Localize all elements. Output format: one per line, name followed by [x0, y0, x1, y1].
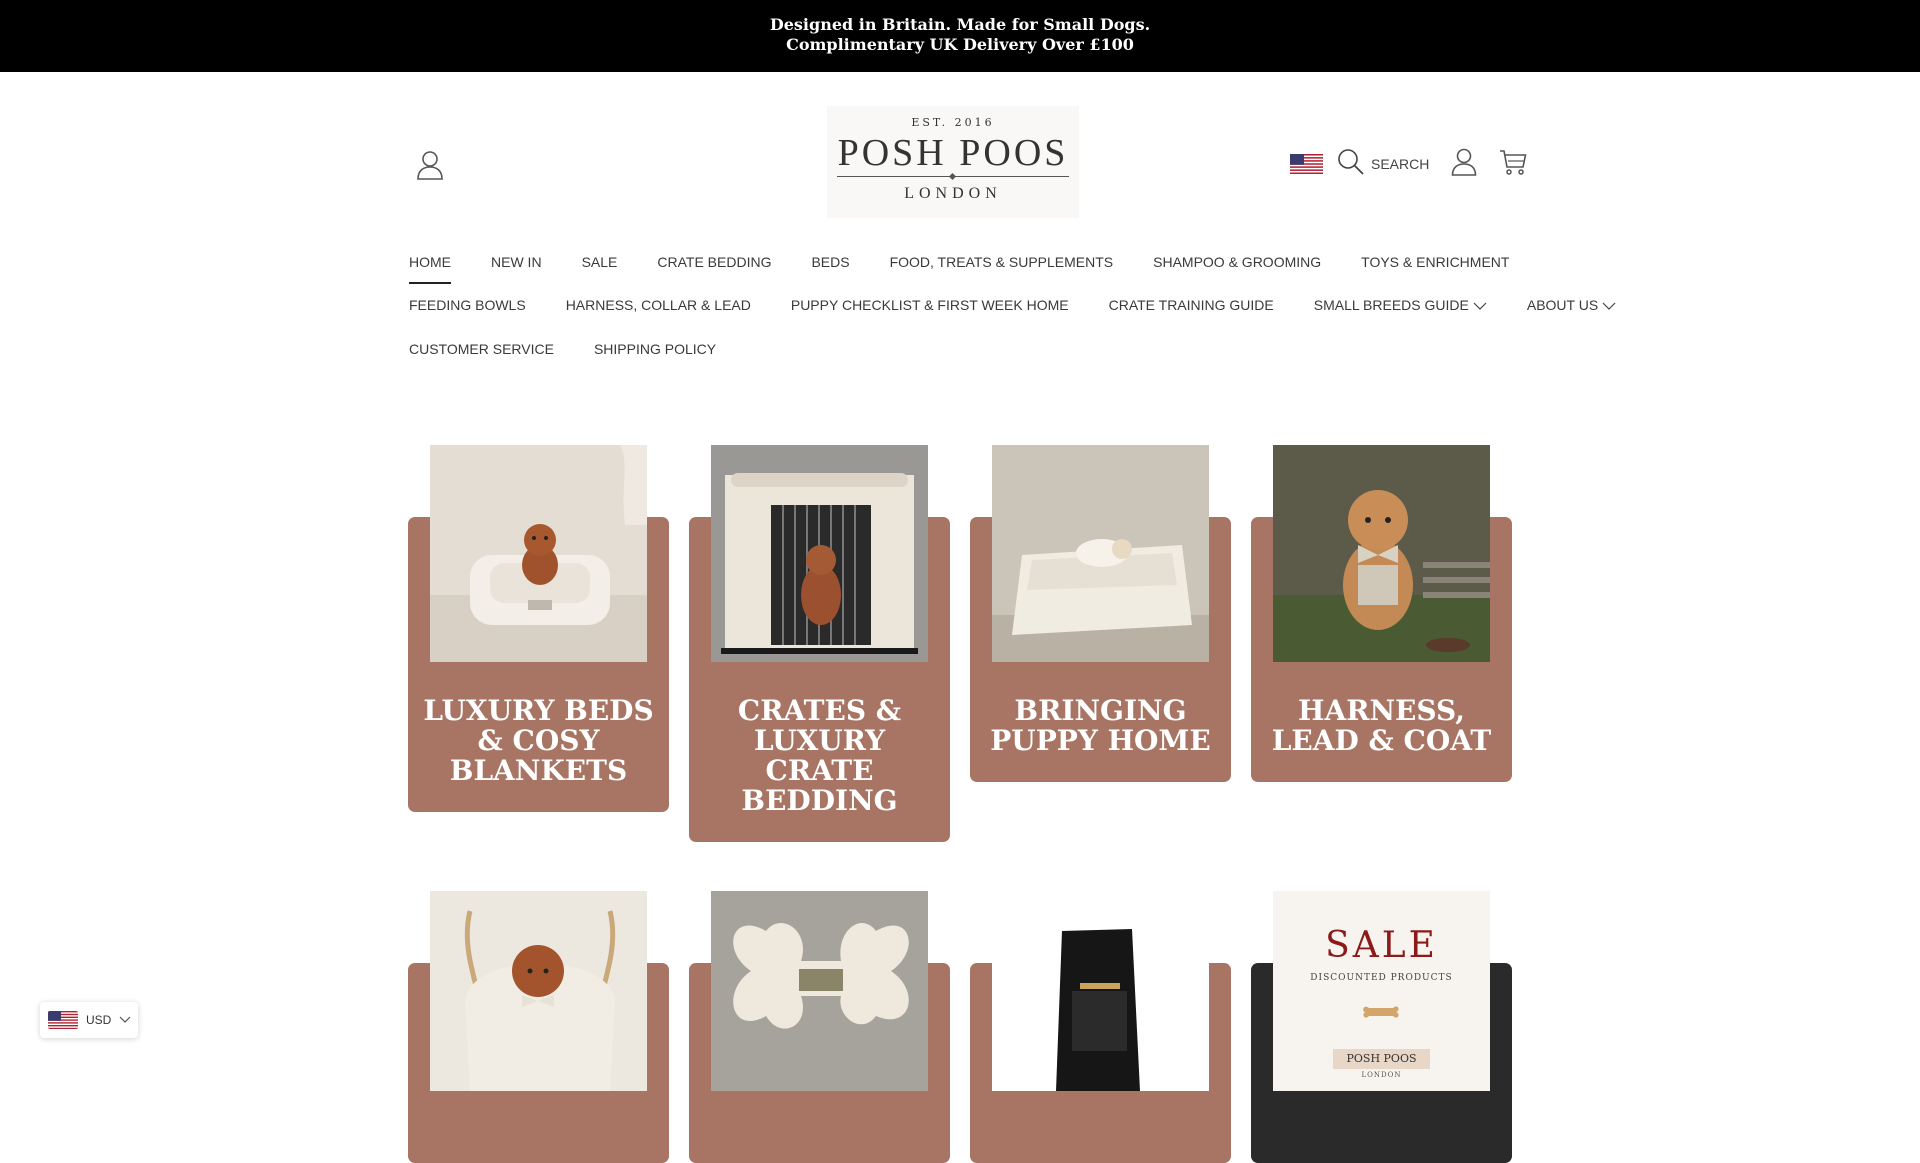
category-image-beds: [430, 445, 647, 662]
nav-item-feeding-bowls[interactable]: FEEDING BOWLS: [409, 297, 526, 313]
nav-label-small-breeds-guide: SMALL BREEDS GUIDE: [1313, 297, 1469, 313]
category-title-harness: HARNESS, LEAD & COAT: [1271, 694, 1492, 757]
category-card-sale[interactable]: SALE DISCOUNTED PRODUCTS POSH POOS LONDO…: [1251, 891, 1512, 1163]
search-icon: [1337, 148, 1365, 181]
bone-icon: [1361, 1003, 1401, 1026]
nav-row-3: CUSTOMER SERVICE SHIPPING POLICY: [409, 341, 756, 357]
nav-row-1: HOME NEW IN SALE CRATE BEDDING BEDS FOOD…: [409, 254, 1549, 284]
nav-item-harness-collar-lead[interactable]: HARNESS, COLLAR & LEAD: [566, 297, 751, 313]
nav-item-food-treats[interactable]: FOOD, TREATS & SUPPLEMENTS: [890, 254, 1114, 270]
sale-subheading: DISCOUNTED PRODUCTS: [1310, 973, 1453, 983]
chevron-down-icon: [119, 1011, 131, 1029]
category-image-food: [992, 891, 1209, 1091]
category-title-puppy-home: BRINGING PUPPY HOME: [990, 694, 1211, 757]
chevron-down-icon: [1473, 297, 1487, 313]
category-image-puppy-home: [992, 445, 1209, 662]
nav-item-toys-enrichment[interactable]: TOYS & ENRICHMENT: [1361, 254, 1509, 270]
category-title-beds: LUXURY BEDS & COSY BLANKETS: [423, 694, 654, 787]
nav-item-puppy-checklist[interactable]: PUPPY CHECKLIST & FIRST WEEK HOME: [791, 297, 1069, 313]
category-card-beds[interactable]: LUXURY BEDS & COSY BLANKETS: [408, 445, 669, 812]
site-header: EST. 2016 POSH POOS LONDON SEARCH: [0, 72, 1920, 232]
category-card-carrier[interactable]: [408, 891, 669, 1163]
category-card-crates[interactable]: CRATES & LUXURY CRATE BEDDING: [689, 445, 950, 842]
category-image-carrier: [430, 891, 647, 1091]
category-image-toys: [711, 891, 928, 1091]
nav-item-crate-training-guide[interactable]: CRATE TRAINING GUIDE: [1109, 297, 1274, 313]
announcement-line-1: Designed in Britain. Made for Small Dogs…: [769, 15, 1151, 34]
category-card-harness[interactable]: HARNESS, LEAD & COAT: [1251, 445, 1512, 782]
sale-heading: SALE: [1325, 925, 1438, 966]
logo-divider: [837, 176, 1069, 177]
category-card-puppy-home[interactable]: BRINGING PUPPY HOME: [970, 445, 1231, 782]
nav-item-beds[interactable]: BEDS: [811, 254, 849, 270]
nav-item-new-in[interactable]: NEW IN: [491, 254, 542, 270]
account-icon[interactable]: [1451, 148, 1477, 181]
logo-name: POSH POOS: [837, 132, 1069, 174]
nav-label-about-us: ABOUT US: [1526, 297, 1599, 313]
nav-item-customer-service[interactable]: CUSTOMER SERVICE: [409, 341, 554, 357]
nav-item-about-us[interactable]: ABOUT US: [1527, 297, 1616, 313]
header-tools: SEARCH: [1290, 148, 1527, 180]
nav-item-shampoo-grooming[interactable]: SHAMPOO & GROOMING: [1153, 254, 1321, 270]
category-card-toys[interactable]: [689, 891, 950, 1163]
cart-icon[interactable]: [1499, 149, 1527, 180]
announcement-line-2: Complimentary UK Delivery Over £100: [786, 35, 1134, 54]
nav-item-sale[interactable]: SALE: [582, 254, 618, 270]
category-image-harness: [1273, 445, 1490, 662]
currency-selector[interactable]: USD: [40, 1002, 138, 1038]
nav-item-crate-bedding[interactable]: CRATE BEDDING: [657, 254, 771, 270]
search-label: SEARCH: [1371, 156, 1430, 172]
nav-item-small-breeds-guide[interactable]: SMALL BREEDS GUIDE: [1314, 297, 1487, 313]
nav-row-2: FEEDING BOWLS HARNESS, COLLAR & LEAD PUP…: [409, 297, 1656, 313]
category-image-sale: SALE DISCOUNTED PRODUCTS POSH POOS LONDO…: [1273, 891, 1490, 1091]
sale-brand-city: LONDON: [1361, 1071, 1402, 1079]
account-icon[interactable]: [416, 150, 444, 180]
nav-item-shipping-policy[interactable]: SHIPPING POLICY: [594, 341, 716, 357]
search-button[interactable]: SEARCH: [1337, 148, 1429, 181]
announcement-bar: Designed in Britain. Made for Small Dogs…: [0, 0, 1920, 72]
nav-item-home[interactable]: HOME: [409, 254, 451, 284]
currency-code: USD: [86, 1013, 112, 1027]
sale-brand: POSH POOS: [1333, 1049, 1430, 1069]
category-image-crates: [711, 445, 928, 662]
category-title-crates: CRATES & LUXURY CRATE BEDDING: [737, 694, 902, 817]
logo-est: EST. 2016: [911, 116, 995, 129]
chevron-down-icon: [1602, 297, 1616, 313]
flag-us-icon: [48, 1011, 78, 1029]
category-card-food[interactable]: [970, 891, 1231, 1163]
flag-us-icon[interactable]: [1290, 154, 1323, 174]
logo-city: LONDON: [904, 185, 1002, 202]
site-logo[interactable]: EST. 2016 POSH POOS LONDON: [827, 106, 1079, 218]
